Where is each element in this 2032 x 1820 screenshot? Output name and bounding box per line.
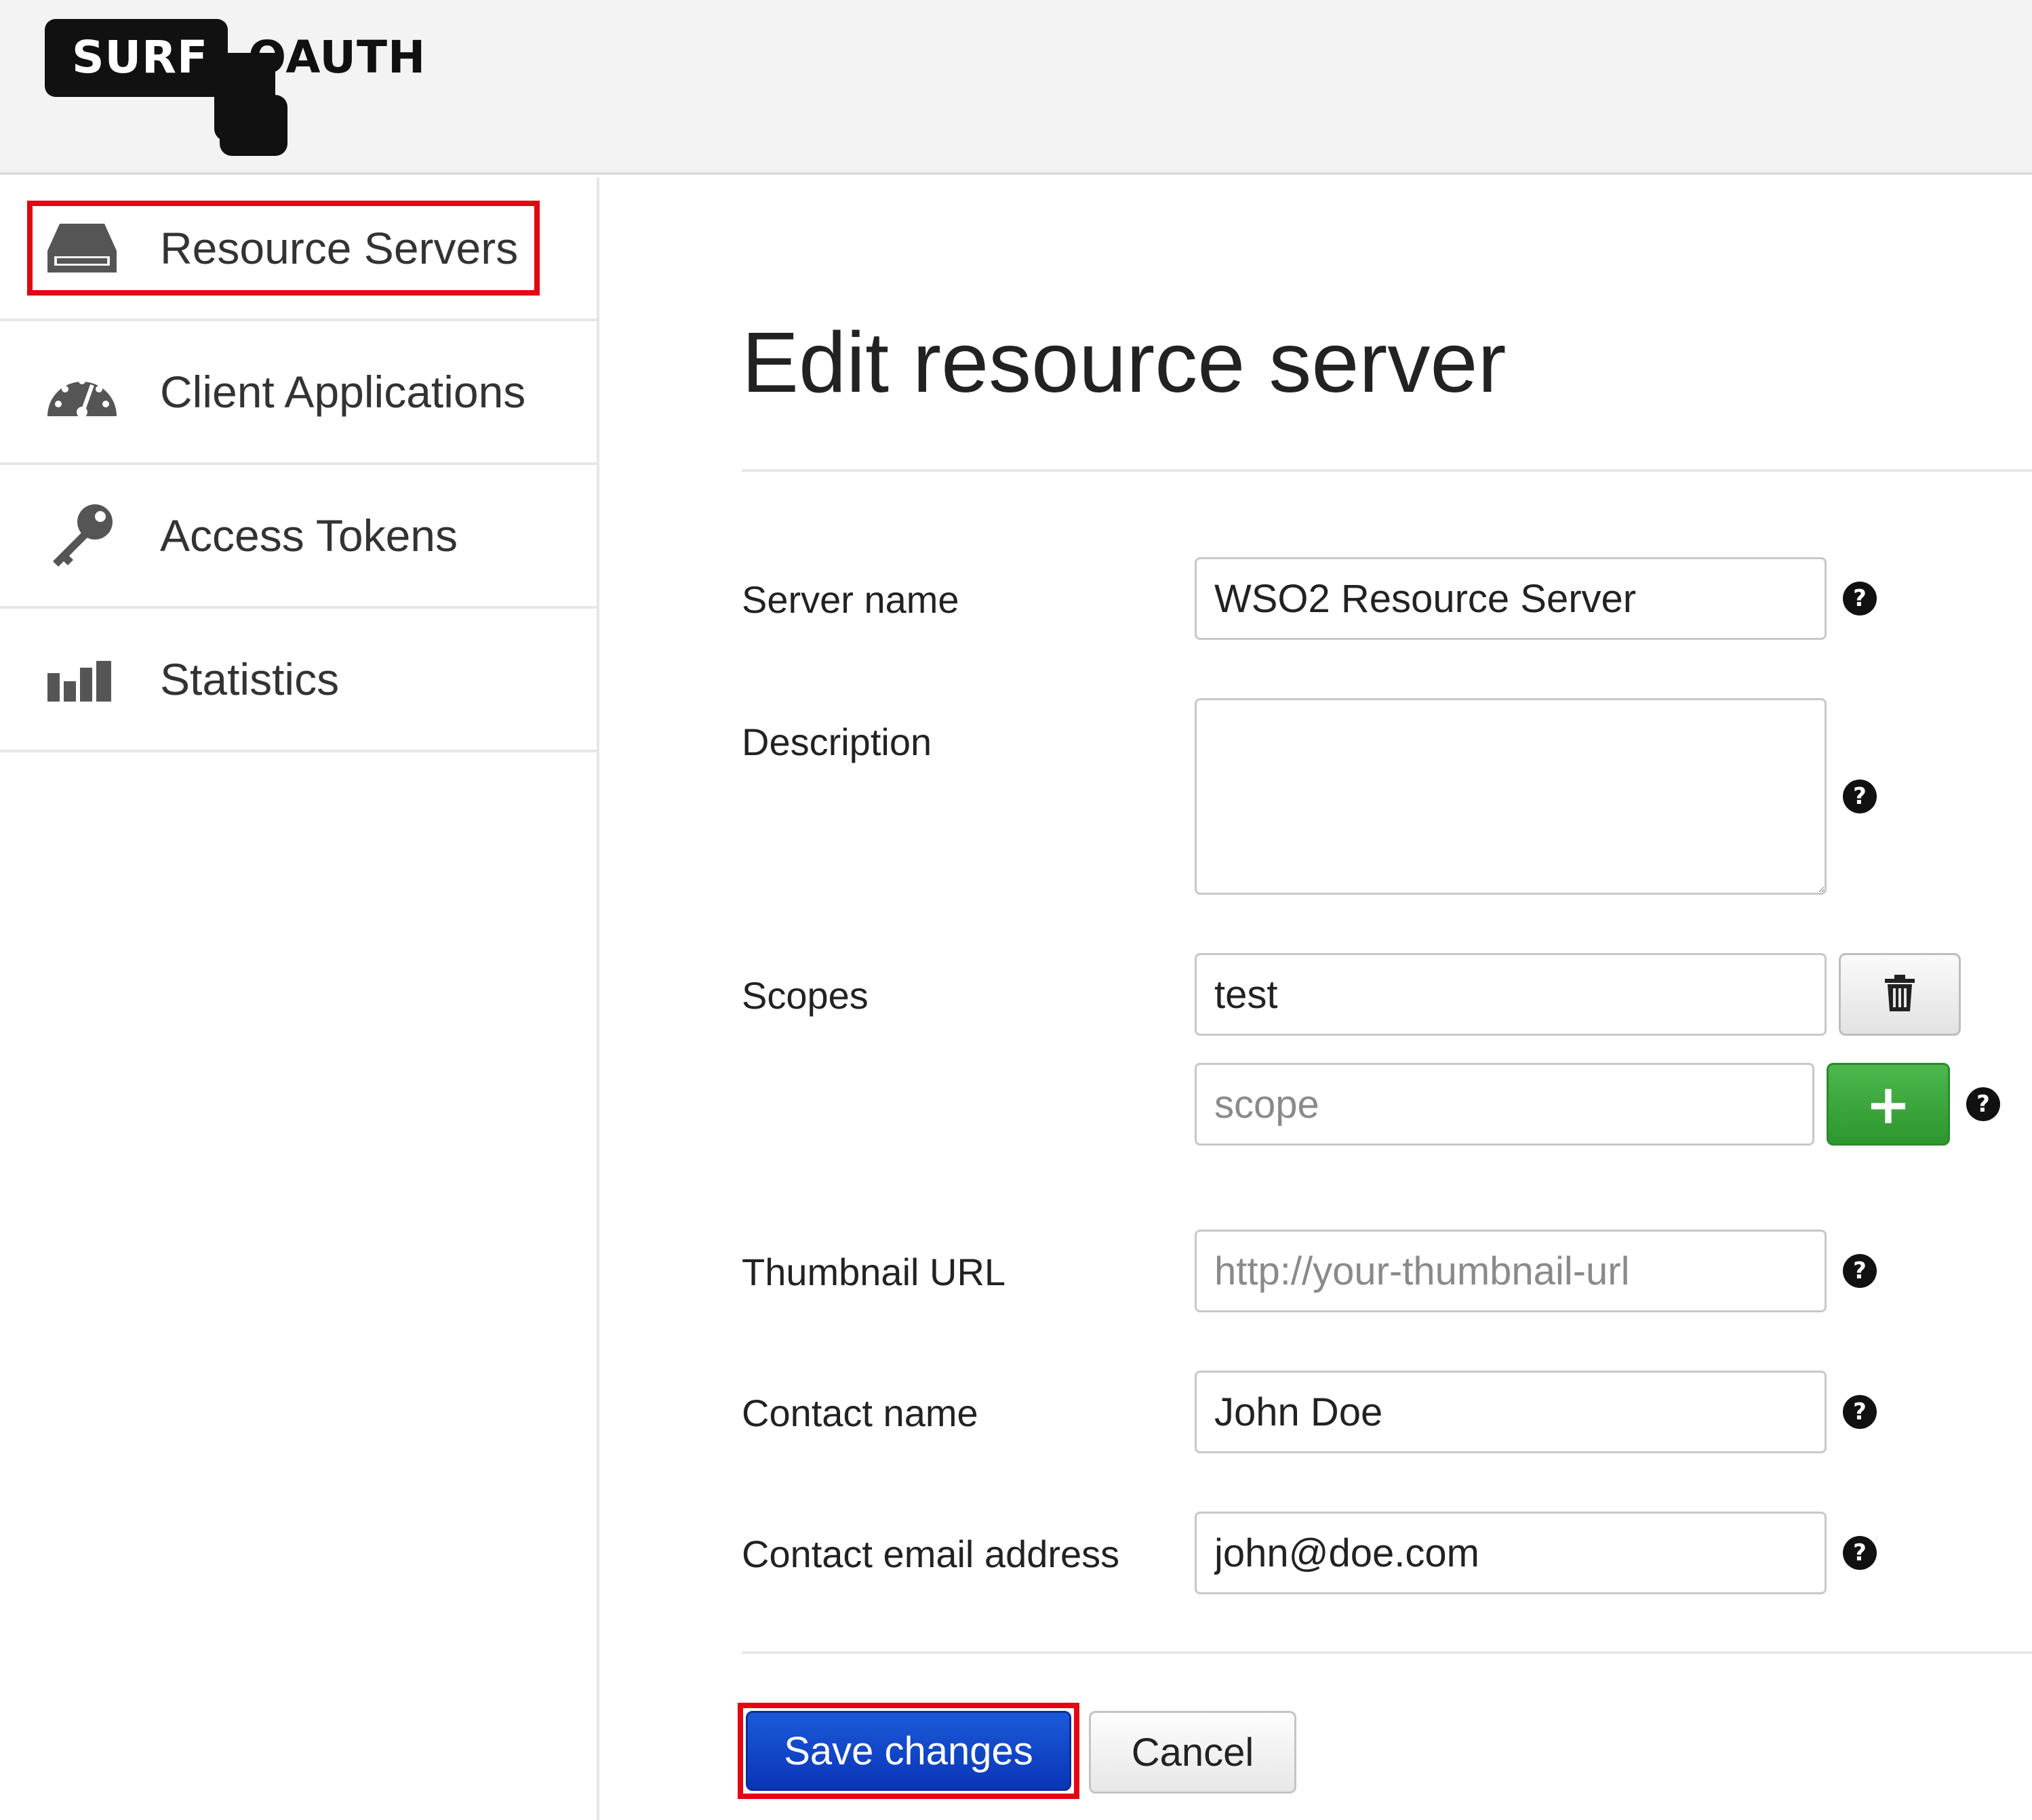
new-scope-input[interactable] [1195, 1063, 1814, 1146]
delete-scope-button[interactable] [1839, 953, 1961, 1036]
surf-oauth-logo[interactable]: SURF OAUTH [45, 19, 426, 156]
help-icon[interactable]: ? [1843, 1536, 1877, 1570]
logo-blob [220, 95, 287, 156]
dashboard-icon [45, 361, 119, 422]
trash-icon [1883, 973, 1917, 1016]
bar-chart-icon [45, 649, 119, 710]
server-name-label: Server name [742, 578, 959, 621]
scope-input[interactable] [1195, 953, 1827, 1036]
add-scope-button[interactable]: + [1827, 1063, 1950, 1146]
sidebar-item-label: Statistics [160, 654, 340, 704]
main-content: Edit resource server Server name ? Descr… [602, 178, 2032, 1820]
contact-name-input[interactable] [1195, 1371, 1827, 1453]
description-label: Description [742, 721, 932, 763]
sidebar-item-resource-servers[interactable]: Resource Servers [0, 178, 597, 321]
highlight-box [27, 201, 540, 296]
app-header: SURF OAUTH [0, 0, 2032, 175]
help-icon[interactable]: ? [1843, 582, 1877, 615]
sidebar-item-statistics[interactable]: Statistics [0, 609, 597, 752]
contact-email-label: Contact email address [742, 1533, 1120, 1575]
server-name-input[interactable] [1195, 557, 1827, 640]
help-icon[interactable]: ? [1843, 1254, 1877, 1288]
description-textarea[interactable] [1195, 698, 1827, 895]
cancel-button[interactable]: Cancel [1089, 1711, 1296, 1794]
help-icon[interactable]: ? [1843, 780, 1877, 813]
help-icon[interactable]: ? [1966, 1087, 2000, 1121]
sidebar-item-label: Client Applications [160, 367, 526, 417]
sidebar-item-label: Access Tokens [160, 510, 458, 561]
contact-name-label: Contact name [742, 1392, 978, 1434]
help-icon[interactable]: ? [1843, 1395, 1877, 1429]
thumbnail-url-input[interactable] [1195, 1230, 1827, 1312]
sidebar: Resource Servers Client Applications Acc… [0, 178, 599, 1820]
plus-icon: + [1865, 1072, 1911, 1136]
highlight-box [738, 1703, 1079, 1799]
logo-surf-text: SURF [72, 31, 209, 83]
sidebar-item-access-tokens[interactable]: Access Tokens [0, 465, 597, 609]
sidebar-item-client-applications[interactable]: Client Applications [0, 321, 597, 465]
contact-email-input[interactable] [1195, 1512, 1827, 1594]
thumbnail-url-label: Thumbnail URL [742, 1251, 1006, 1293]
title-divider [742, 469, 2032, 472]
key-icon [45, 504, 119, 567]
scopes-label: Scopes [742, 974, 869, 1017]
form-divider [742, 1651, 2032, 1654]
logo-oauth-text: OAUTH [248, 31, 426, 83]
page-title: Edit resource server [742, 315, 1507, 410]
